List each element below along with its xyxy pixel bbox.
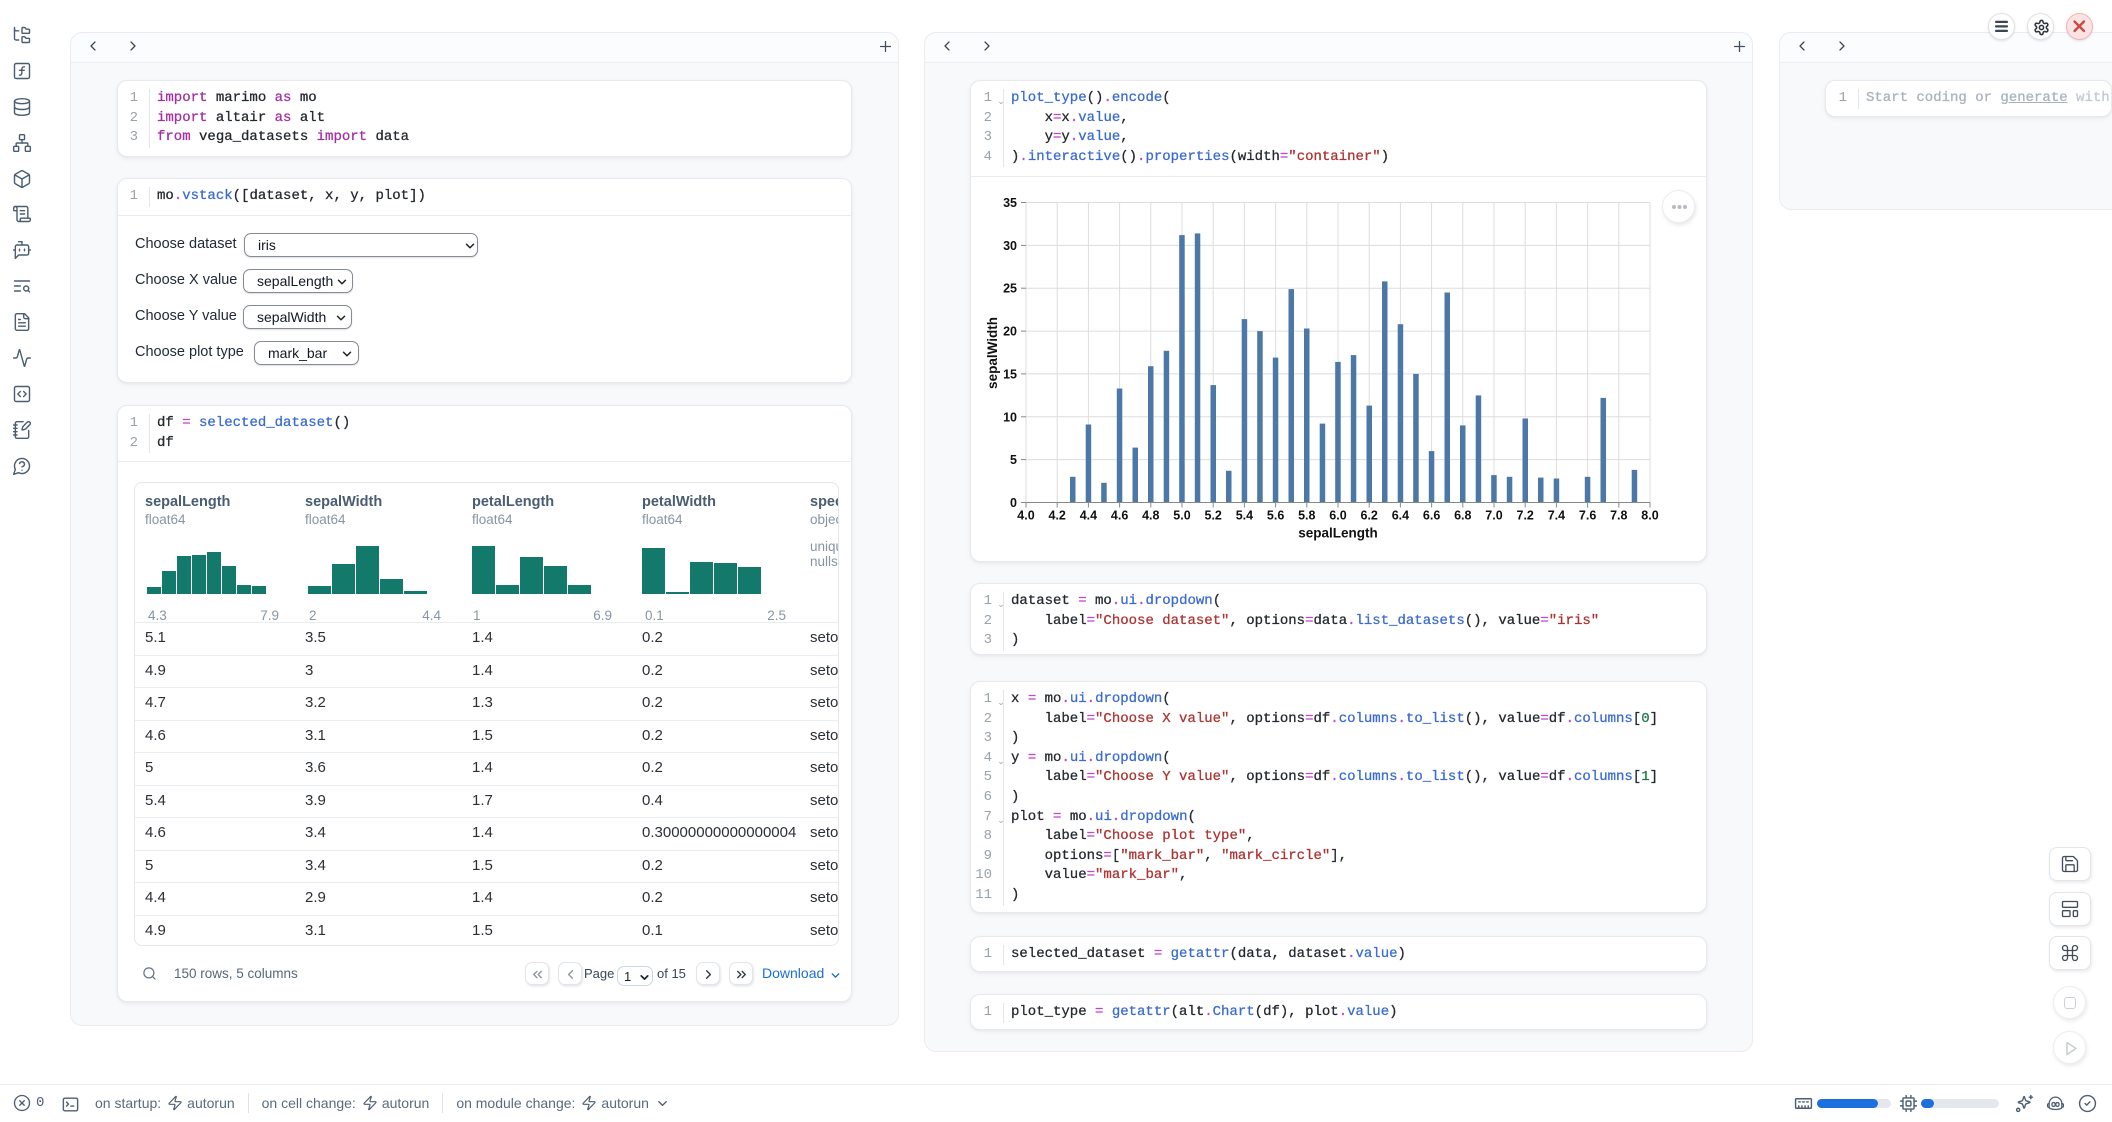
svg-text:5.8: 5.8 [1298, 509, 1315, 523]
svg-text:6.6: 6.6 [1423, 509, 1440, 523]
svg-text:7.4: 7.4 [1548, 509, 1565, 523]
svg-text:sepalWidth: sepalWidth [985, 317, 1000, 389]
svg-text:8.0: 8.0 [1641, 509, 1658, 523]
svg-text:4.0: 4.0 [1017, 509, 1034, 523]
svg-text:sepalLength: sepalLength [1298, 526, 1378, 541]
svg-text:5.0: 5.0 [1173, 509, 1190, 523]
svg-text:25: 25 [1003, 282, 1017, 296]
svg-text:7.8: 7.8 [1610, 509, 1627, 523]
svg-text:5.4: 5.4 [1236, 509, 1253, 523]
svg-text:5.2: 5.2 [1205, 509, 1222, 523]
svg-text:30: 30 [1003, 239, 1017, 253]
svg-text:10: 10 [1003, 410, 1017, 424]
svg-text:7.6: 7.6 [1579, 509, 1596, 523]
svg-text:6.4: 6.4 [1392, 509, 1409, 523]
svg-text:4.4: 4.4 [1080, 509, 1097, 523]
svg-text:5.6: 5.6 [1267, 509, 1284, 523]
svg-text:7.2: 7.2 [1517, 509, 1534, 523]
svg-text:0: 0 [1010, 496, 1017, 510]
svg-text:4.8: 4.8 [1142, 509, 1159, 523]
svg-text:4.6: 4.6 [1111, 509, 1128, 523]
svg-text:6.0: 6.0 [1329, 509, 1346, 523]
svg-text:6.2: 6.2 [1361, 509, 1378, 523]
svg-text:35: 35 [1003, 196, 1017, 210]
svg-text:5: 5 [1010, 453, 1017, 467]
svg-text:20: 20 [1003, 325, 1017, 339]
svg-text:15: 15 [1003, 367, 1017, 381]
svg-text:6.8: 6.8 [1454, 509, 1471, 523]
svg-text:7.0: 7.0 [1485, 509, 1502, 523]
svg-text:4.2: 4.2 [1049, 509, 1066, 523]
